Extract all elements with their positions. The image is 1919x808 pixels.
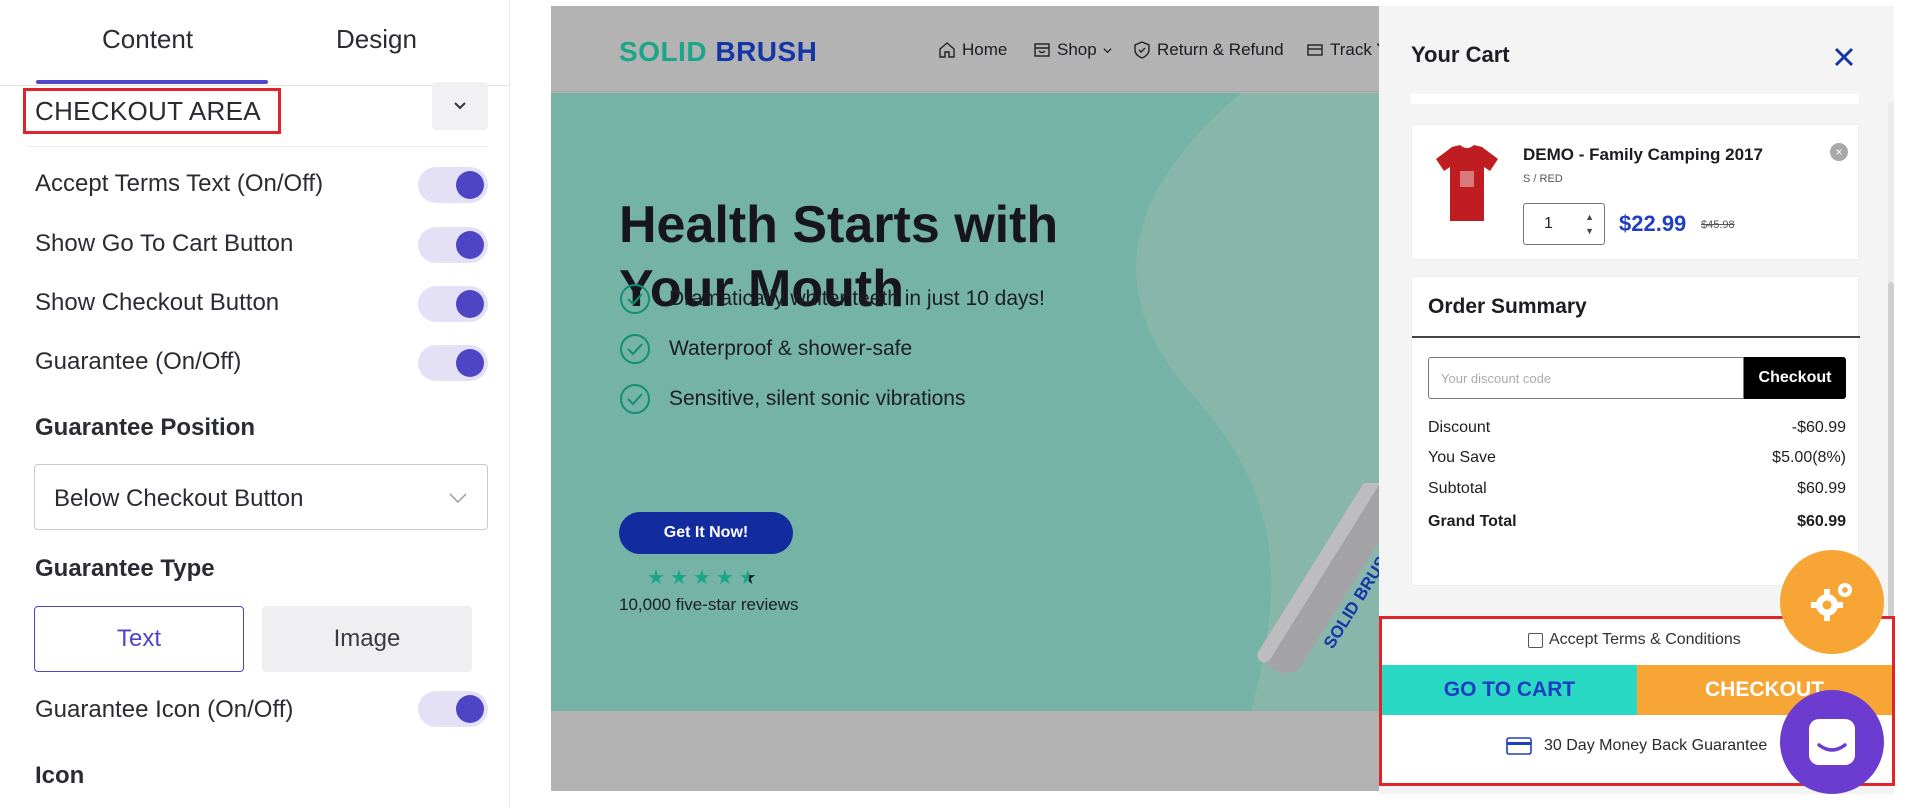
- chevron-down-icon: [449, 493, 467, 504]
- toggle-knob: [456, 171, 484, 199]
- show-checkout-label: Show Checkout Button: [35, 289, 280, 316]
- accept-terms-toggle[interactable]: [418, 167, 488, 203]
- cart-item-price: $22.99: [1619, 211, 1687, 236]
- chevron-down-icon[interactable]: ▼: [1585, 226, 1594, 236]
- guarantee-row: 30 Day Money Back Guarantee: [1506, 737, 1767, 755]
- apply-discount-button[interactable]: Checkout: [1744, 357, 1846, 399]
- shop-icon: [1034, 43, 1050, 57]
- cart-item-variant: S / RED: [1523, 173, 1563, 185]
- cart-item-name[interactable]: DEMO - Family Camping 2017: [1523, 145, 1763, 165]
- check-circle-icon: [620, 284, 650, 314]
- site-preview: SOLID BRUSH Home Shop Return & Refund Tr…: [551, 6, 1381, 791]
- go-to-cart-button[interactable]: GO TO CART: [1382, 665, 1637, 715]
- hero-bullet: Waterproof & shower-safe: [619, 333, 912, 365]
- order-summary: Order Summary Your discount code Checkou…: [1411, 276, 1860, 586]
- site-header: SOLID BRUSH Home Shop Return & Refund Tr…: [551, 6, 1381, 92]
- shield-icon: [1134, 41, 1150, 59]
- guarantee-icon-toggle[interactable]: [418, 691, 488, 727]
- product-thumbnail[interactable]: [1434, 143, 1500, 223]
- accept-terms-checkbox[interactable]: [1528, 632, 1543, 648]
- show-go-to-cart-toggle[interactable]: [418, 227, 488, 263]
- chat-fab[interactable]: [1780, 690, 1884, 794]
- toggle-knob: [456, 349, 484, 377]
- site-logo[interactable]: SOLID BRUSH: [619, 36, 817, 68]
- check-circle-icon: [620, 384, 650, 414]
- remove-item-icon[interactable]: ×: [1830, 143, 1848, 161]
- guarantee-position-label: Guarantee Position: [35, 414, 256, 441]
- cart-scrollbar-thumb[interactable]: [1888, 282, 1894, 622]
- guarantee-toggle[interactable]: [418, 345, 488, 381]
- hero-section: SOLID BRUSH Health Starts with Your Mout…: [551, 93, 1381, 711]
- chevron-up-icon[interactable]: ▲: [1585, 212, 1594, 222]
- star-icon: ★: [692, 567, 711, 589]
- tab-design[interactable]: Design: [336, 24, 417, 55]
- truck-icon: [1307, 44, 1323, 56]
- app-root: Content Design CHECKOUT AREA Accept Term…: [0, 0, 1919, 808]
- chevron-down-icon: [1103, 47, 1112, 53]
- discount-placeholder: Your discount code: [1441, 371, 1552, 386]
- discount-code-input[interactable]: Your discount code: [1428, 357, 1744, 399]
- reviews-count: 10,000 five-star reviews: [619, 595, 799, 614]
- collapse-section-button[interactable]: [432, 82, 488, 130]
- tab-content[interactable]: Content: [102, 24, 193, 55]
- nav-shop[interactable]: Shop: [1033, 40, 1112, 60]
- order-summary-title: Order Summary: [1428, 295, 1587, 318]
- quantity-value: 1: [1544, 215, 1553, 232]
- nav-track[interactable]: Track Y: [1306, 40, 1381, 60]
- toggle-knob: [456, 290, 484, 318]
- half-star-icon: ★: [738, 567, 757, 589]
- previous-item-card-edge: [1411, 94, 1859, 104]
- cart-item-old-price: $45.98: [1701, 219, 1735, 231]
- toggle-knob: [456, 231, 484, 259]
- accept-terms-checkbox-row[interactable]: Accept Terms & Conditions: [1528, 631, 1741, 649]
- section-title: CHECKOUT AREA: [35, 96, 261, 126]
- settings-fab[interactable]: [1780, 550, 1884, 654]
- nav-return-refund[interactable]: Return & Refund: [1133, 40, 1284, 60]
- cart-item: DEMO - Family Camping 2017 S / RED 1 ▲ ▼…: [1411, 124, 1859, 260]
- cart-title: Your Cart: [1411, 42, 1510, 67]
- accept-terms-label: Accept Terms Text (On/Off): [35, 170, 324, 197]
- close-icon[interactable]: [1831, 44, 1857, 70]
- check-circle-icon: [620, 334, 650, 364]
- guarantee-type-label: Guarantee Type: [35, 555, 215, 582]
- toothbrush-image: SOLID BRUSH: [1257, 483, 1381, 674]
- gear-icon: [1811, 583, 1852, 621]
- hero-bullet: Dramatically whiter teeth in just 10 day…: [619, 283, 1045, 315]
- star-icon: ★: [647, 567, 665, 589]
- panel-tabs: Content Design: [0, 0, 509, 86]
- credit-card-icon: [1506, 737, 1532, 755]
- star-icon: ★: [715, 567, 734, 589]
- hero-bullet: Sensitive, silent sonic vibrations: [619, 383, 965, 415]
- accept-terms-text: Accept Terms & Conditions: [1549, 631, 1741, 648]
- nav-home[interactable]: Home: [938, 40, 1007, 60]
- get-it-now-button[interactable]: Get It Now!: [619, 512, 793, 554]
- star-icon: ★: [669, 567, 688, 589]
- divider: [1412, 336, 1860, 338]
- quantity-stepper[interactable]: 1 ▲ ▼: [1523, 203, 1605, 245]
- divider: [28, 146, 488, 147]
- settings-panel: Content Design CHECKOUT AREA Accept Term…: [0, 0, 510, 808]
- active-tab-indicator: [36, 80, 268, 84]
- chevron-down-icon: [454, 102, 466, 110]
- guarantee-position-value: Below Checkout Button: [54, 485, 304, 512]
- guarantee-type-text-option[interactable]: Text: [34, 606, 244, 672]
- guarantee-text: 30 Day Money Back Guarantee: [1544, 737, 1768, 754]
- rating-stars: ★ ★ ★ ★ ★: [647, 568, 757, 588]
- icon-label: Icon: [35, 762, 85, 789]
- guarantee-position-select[interactable]: Below Checkout Button: [34, 464, 488, 530]
- show-go-to-cart-label: Show Go To Cart Button: [35, 230, 294, 257]
- chat-icon: [1809, 719, 1855, 765]
- toggle-knob: [456, 695, 484, 723]
- guarantee-icon-label: Guarantee Icon (On/Off): [35, 696, 294, 723]
- guarantee-label: Guarantee (On/Off): [35, 348, 242, 375]
- home-icon: [939, 42, 955, 58]
- show-checkout-toggle[interactable]: [418, 286, 488, 322]
- guarantee-type-image-option[interactable]: Image: [262, 606, 472, 672]
